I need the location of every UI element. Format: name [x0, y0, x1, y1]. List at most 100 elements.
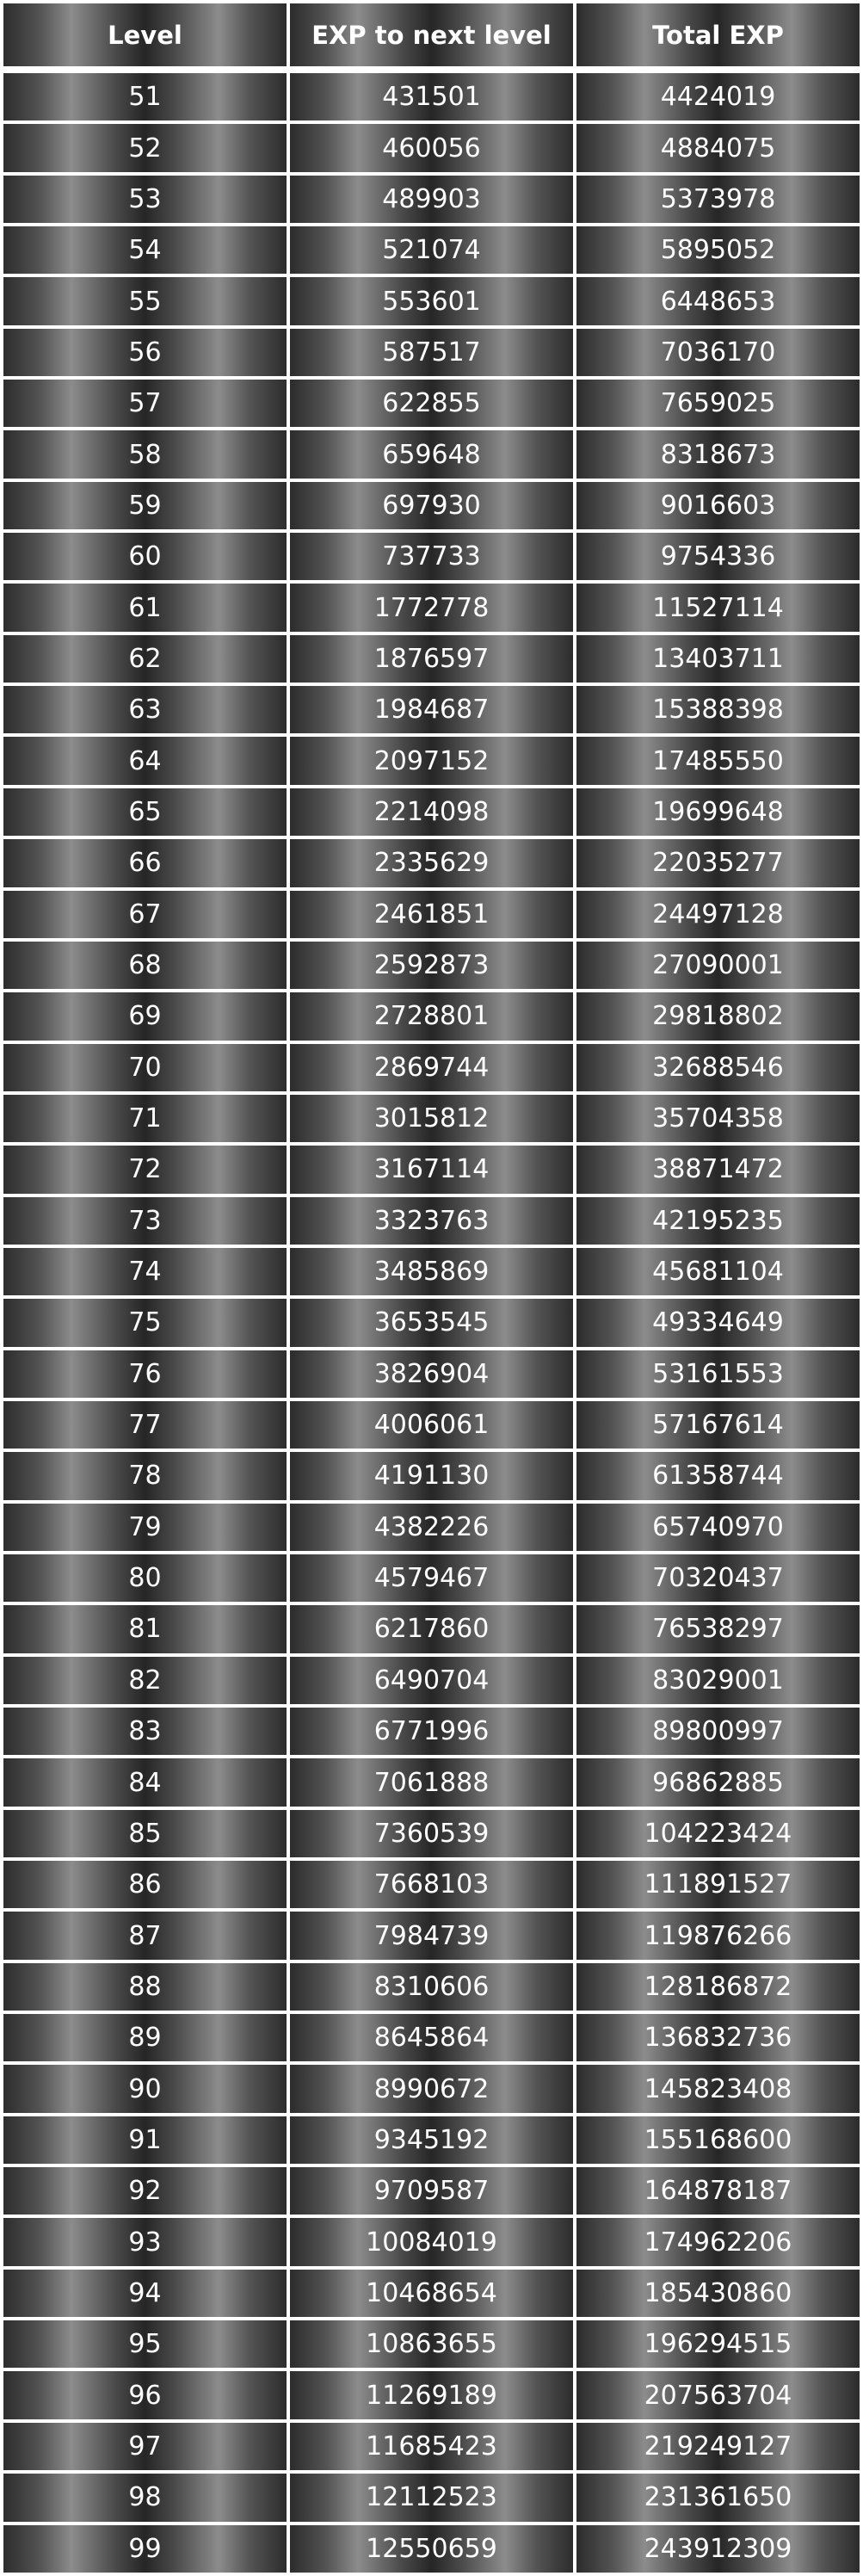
- cell-total-exp: 96862885: [576, 1758, 860, 1807]
- cell-level: 78: [3, 1452, 287, 1500]
- table-row: 91 9345192 155168600: [3, 2116, 860, 2165]
- cell-total-exp: 57167614: [576, 1400, 860, 1449]
- cell-total-exp: 9754336: [576, 533, 860, 581]
- table-row: 51 431501 4424019: [3, 73, 860, 121]
- cell-total-exp: 4884075: [576, 124, 860, 172]
- cell-level: 59: [3, 481, 287, 530]
- cell-exp-to-next-level: 1876597: [290, 634, 573, 683]
- table-row: 83 6771996 89800997: [3, 1708, 860, 1756]
- cell-total-exp: 22035277: [576, 839, 860, 887]
- table-row: 57 622855 7659025: [3, 380, 860, 428]
- table-row: 84 7061888 96862885: [3, 1758, 860, 1807]
- cell-exp-to-next-level: 3167114: [290, 1146, 573, 1194]
- cell-exp-to-next-level: 489903: [290, 175, 573, 224]
- cell-level: 94: [3, 2269, 287, 2318]
- table-row: 71 3015812 35704358: [3, 1094, 860, 1143]
- cell-exp-to-next-level: 2592873: [290, 941, 573, 990]
- cell-level: 53: [3, 175, 287, 224]
- cell-total-exp: 164878187: [576, 2167, 860, 2215]
- cell-exp-to-next-level: 2335629: [290, 839, 573, 887]
- header-total-exp: Total EXP: [576, 3, 860, 70]
- table-row: 96 11269189 207563704: [3, 2371, 860, 2419]
- cell-exp-to-next-level: 9709587: [290, 2167, 573, 2215]
- cell-total-exp: 119876266: [576, 1912, 860, 1960]
- cell-level: 98: [3, 2474, 287, 2522]
- table-row: 88 8310606 128186872: [3, 1962, 860, 2011]
- table-row: 62 1876597 13403711: [3, 634, 860, 683]
- cell-exp-to-next-level: 4382226: [290, 1503, 573, 1551]
- cell-total-exp: 155168600: [576, 2116, 860, 2165]
- cell-level: 60: [3, 533, 287, 581]
- cell-total-exp: 5895052: [576, 226, 860, 275]
- table-row: 69 2728801 29818802: [3, 992, 860, 1041]
- cell-level: 67: [3, 890, 287, 938]
- cell-exp-to-next-level: 2869744: [290, 1043, 573, 1091]
- table-row: 64 2097152 17485550: [3, 737, 860, 785]
- cell-exp-to-next-level: 11269189: [290, 2371, 573, 2419]
- cell-level: 61: [3, 584, 287, 632]
- table-row: 99 12550659 243912309: [3, 2524, 860, 2573]
- cell-total-exp: 17485550: [576, 737, 860, 785]
- cell-exp-to-next-level: 6490704: [290, 1656, 573, 1704]
- cell-level: 65: [3, 788, 287, 837]
- cell-exp-to-next-level: 4006061: [290, 1400, 573, 1449]
- cell-total-exp: 243912309: [576, 2524, 860, 2573]
- cell-total-exp: 231361650: [576, 2474, 860, 2522]
- cell-total-exp: 219249127: [576, 2422, 860, 2471]
- table-row: 92 9709587 164878187: [3, 2167, 860, 2215]
- cell-total-exp: 5373978: [576, 175, 860, 224]
- cell-exp-to-next-level: 4579467: [290, 1554, 573, 1603]
- table-row: 68 2592873 27090001: [3, 941, 860, 990]
- table-row: 77 4006061 57167614: [3, 1400, 860, 1449]
- cell-level: 88: [3, 1962, 287, 2011]
- cell-exp-to-next-level: 4191130: [290, 1452, 573, 1500]
- cell-level: 55: [3, 277, 287, 325]
- cell-total-exp: 24497128: [576, 890, 860, 938]
- table-row: 86 7668103 111891527: [3, 1861, 860, 1909]
- cell-exp-to-next-level: 9345192: [290, 2116, 573, 2165]
- cell-total-exp: 136832736: [576, 2014, 860, 2062]
- table-row: 90 8990672 145823408: [3, 2065, 860, 2113]
- table-row: 65 2214098 19699648: [3, 788, 860, 837]
- cell-total-exp: 89800997: [576, 1708, 860, 1756]
- table-row: 60 737733 9754336: [3, 533, 860, 581]
- cell-exp-to-next-level: 2214098: [290, 788, 573, 837]
- cell-total-exp: 29818802: [576, 992, 860, 1041]
- cell-level: 83: [3, 1708, 287, 1756]
- cell-total-exp: 70320437: [576, 1554, 860, 1603]
- cell-exp-to-next-level: 8310606: [290, 1962, 573, 2011]
- table-row: 61 1772778 11527114: [3, 584, 860, 632]
- cell-exp-to-next-level: 460056: [290, 124, 573, 172]
- cell-level: 77: [3, 1400, 287, 1449]
- header-exp-to-next-level: EXP to next level: [290, 3, 573, 70]
- cell-level: 66: [3, 839, 287, 887]
- cell-level: 85: [3, 1809, 287, 1858]
- cell-level: 92: [3, 2167, 287, 2215]
- cell-total-exp: 35704358: [576, 1094, 860, 1143]
- cell-exp-to-next-level: 3485869: [290, 1247, 573, 1296]
- table-row: 87 7984739 119876266: [3, 1912, 860, 1960]
- cell-level: 96: [3, 2371, 287, 2419]
- cell-level: 70: [3, 1043, 287, 1091]
- cell-total-exp: 6448653: [576, 277, 860, 325]
- table-row: 81 6217860 76538297: [3, 1605, 860, 1653]
- cell-exp-to-next-level: 1984687: [290, 686, 573, 734]
- cell-exp-to-next-level: 3826904: [290, 1350, 573, 1398]
- cell-total-exp: 9016603: [576, 481, 860, 530]
- cell-total-exp: 19699648: [576, 788, 860, 837]
- cell-exp-to-next-level: 7668103: [290, 1861, 573, 1909]
- table-row: 76 3826904 53161553: [3, 1350, 860, 1398]
- cell-exp-to-next-level: 10468654: [290, 2269, 573, 2318]
- cell-exp-to-next-level: 2097152: [290, 737, 573, 785]
- table-row: 67 2461851 24497128: [3, 890, 860, 938]
- cell-total-exp: 76538297: [576, 1605, 860, 1653]
- cell-level: 82: [3, 1656, 287, 1704]
- cell-level: 69: [3, 992, 287, 1041]
- cell-total-exp: 27090001: [576, 941, 860, 990]
- cell-exp-to-next-level: 553601: [290, 277, 573, 325]
- cell-level: 90: [3, 2065, 287, 2113]
- cell-total-exp: 38871472: [576, 1146, 860, 1194]
- cell-exp-to-next-level: 7061888: [290, 1758, 573, 1807]
- table-row: 79 4382226 65740970: [3, 1503, 860, 1551]
- cell-level: 52: [3, 124, 287, 172]
